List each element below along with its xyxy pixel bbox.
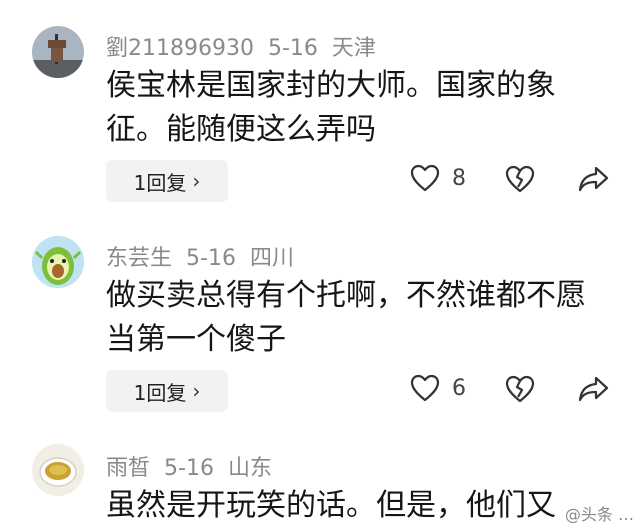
comment-meta: 雨晳 5-16 山东 xyxy=(106,450,286,482)
broken-heart-icon[interactable] xyxy=(504,165,536,193)
comment-meta: 东芸生 5-16 四川 xyxy=(106,240,308,272)
like-count: 6 xyxy=(452,375,466,401)
reply-button[interactable]: 1回复 › xyxy=(106,370,228,412)
share-arrow-icon[interactable] xyxy=(578,374,610,404)
comment-date: 5-16 xyxy=(186,246,236,271)
avatar[interactable] xyxy=(32,26,84,78)
comment-text: 侯宝林是国家封的大师。国家的象征。能随便这么弄吗 xyxy=(106,68,556,147)
chevron-right-icon: › xyxy=(192,379,201,403)
comment-meta: 劉211896930 5-16 天津 xyxy=(106,30,390,62)
comment-location: 天津 xyxy=(331,36,376,61)
username[interactable]: 雨晳 xyxy=(106,456,150,481)
comment-location: 山东 xyxy=(227,456,272,481)
comment-date: 5-16 xyxy=(267,36,318,61)
username[interactable]: 劉211896930 xyxy=(106,36,254,61)
broken-heart-icon[interactable] xyxy=(504,375,536,403)
comment-text: 虽然是开玩笑的话。但是，他们又 xyxy=(106,488,556,523)
avatar[interactable] xyxy=(32,444,84,496)
heart-outline-icon xyxy=(410,374,440,402)
like-count: 8 xyxy=(452,165,466,191)
watermark: @头条 … xyxy=(564,505,634,524)
comment-text: 做买卖总得有个托啊，不然谁都不愿当第一个傻子 xyxy=(106,278,586,357)
reply-label: 1回复 xyxy=(133,380,187,405)
username[interactable]: 东芸生 xyxy=(106,246,172,271)
chevron-right-icon: › xyxy=(192,169,201,193)
comment-date: 5-16 xyxy=(164,456,214,481)
avatar[interactable] xyxy=(32,236,84,288)
like-button[interactable]: 6 xyxy=(410,374,466,402)
like-button[interactable]: 8 xyxy=(410,164,466,192)
heart-outline-icon xyxy=(410,164,440,192)
share-arrow-icon[interactable] xyxy=(578,164,610,194)
reply-button[interactable]: 1回复 › xyxy=(106,160,228,202)
comment-location: 四川 xyxy=(249,246,294,271)
reply-label: 1回复 xyxy=(133,170,187,195)
